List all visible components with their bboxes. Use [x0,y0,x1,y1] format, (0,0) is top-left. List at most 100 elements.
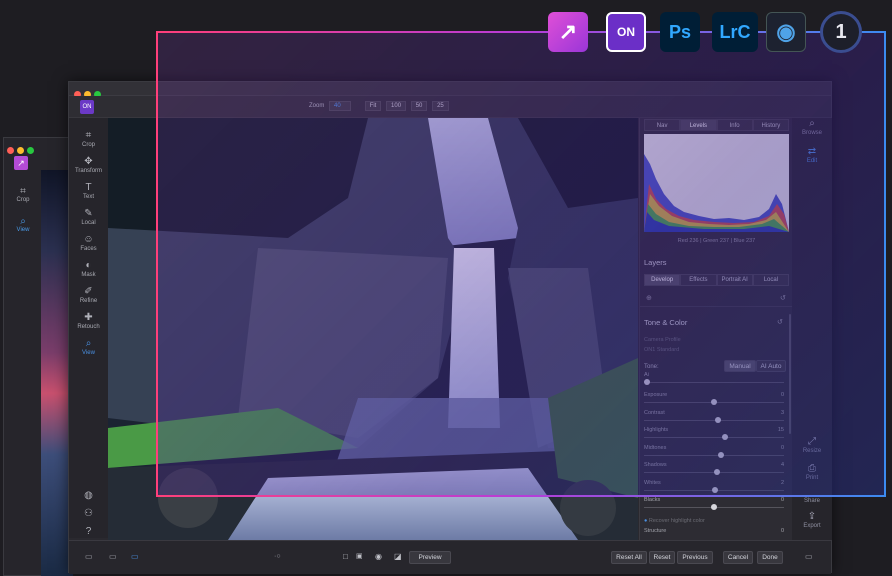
slider-label: Highlights [644,427,669,433]
cancel-button[interactable]: Cancel [723,551,753,564]
slider-midtones[interactable]: Midtones 0 [644,445,784,461]
slider-ai[interactable]: Ai [644,372,784,388]
tool-label: Text [82,194,94,200]
slider-whites[interactable]: Whites 2 [644,480,784,496]
reset-button[interactable]: Reset [649,551,675,564]
slider-knob[interactable] [713,469,720,475]
slider-shadows[interactable]: Shadows 4 [644,462,784,478]
bg-tool-view[interactable]: ⌕ View [4,216,42,233]
tool-retouch[interactable]: ✚ Retouch [69,312,108,330]
tool-text[interactable]: T Text [69,182,108,200]
edit-icon: ⇄ [807,146,817,157]
layer-subtabs: Develop Effects Portrait AI Local [644,274,789,286]
tab-effects[interactable]: Effects [680,274,717,286]
module-export[interactable]: ⇪ Export [792,511,832,529]
mask-toggle-icon[interactable]: □ [343,552,348,561]
bg-tool-label: View [16,227,30,233]
tab-nav[interactable]: Nav [644,119,681,131]
slider-knob[interactable] [715,416,722,423]
single-view-icon[interactable]: ▭ [131,552,139,561]
tool-local[interactable]: ✎ Local [69,208,108,226]
recover-highlight-label[interactable]: ● Recover highlight color [644,518,705,524]
refine-icon: ✐ [84,286,93,297]
slider-knob[interactable] [711,504,717,510]
tool-refine[interactable]: ✐ Refine [69,286,108,304]
tool-faces[interactable]: ☺ Faces [69,234,108,252]
fit-button[interactable]: Fit [364,101,382,111]
close-icon[interactable] [7,147,14,154]
slider-exposure[interactable]: Exposure 0 [644,392,784,408]
tab-local[interactable]: Local [752,274,789,286]
mini-slider[interactable]: ·○ [274,553,281,560]
tool-mask[interactable]: ◐ Mask [69,260,108,278]
zoom-select[interactable]: 40 [329,101,352,111]
reset-layer-icon[interactable]: ↺ [780,294,786,302]
tool-label: Local [81,220,96,226]
zoom-25-button[interactable]: 25 [432,101,449,111]
layer-add-icon[interactable]: ⊕ [646,294,652,302]
previous-button[interactable]: Previous [677,551,713,564]
extra-tool-2[interactable]: ⚇ [69,508,108,520]
tab-portrait-ai[interactable]: Portrait AI [716,274,753,286]
slider-knob[interactable] [717,451,724,458]
done-button[interactable]: Done [757,551,783,564]
circle-toggle-icon[interactable]: ◉ [375,552,382,561]
split-toggle-icon[interactable]: ◪ [394,552,402,561]
slider-contrast[interactable]: Contrast 3 [644,410,784,426]
slider-blacks[interactable]: Blacks 0 [644,497,784,513]
right-panel-toggle-icon[interactable]: ▭ [805,552,813,561]
module-label: Export [803,523,821,529]
slider-track [644,454,784,456]
extra-tool-1[interactable]: ◍ [69,490,108,502]
tool-label: Crop [81,142,95,148]
minimize-icon[interactable] [17,147,24,154]
overlay-toggle-icon[interactable]: ▣ [356,552,363,560]
module-share[interactable]: Share [792,498,832,504]
zoom-50-button[interactable]: 50 [410,101,428,111]
app-logo-icon: ↗ [14,156,28,170]
extra-tool-3[interactable]: ? [69,526,108,538]
tone-manual-button[interactable]: Manual [724,360,756,372]
slider-value: 0 [780,497,784,503]
tool-crop[interactable]: ⌗ Crop [69,130,108,148]
slider-knob[interactable] [712,486,719,493]
module-label: Resize [802,448,822,454]
slider-value: 4 [780,462,784,468]
tool-label: Refine [79,298,98,304]
layers-title: Layers [644,258,667,267]
histogram-graph [644,154,789,232]
panel-scrollbar[interactable] [789,314,791,434]
adjustment-panel: Nav Levels Info History Red 236 | Green … [639,118,793,540]
slider-knob[interactable] [644,379,650,385]
slider-knob[interactable] [721,434,728,440]
tool-transform[interactable]: ✥ Transform [69,156,108,174]
tool-label: Transform [74,168,103,174]
top-toolbar: ON Zoom 40 Fit 100 50 25 [69,96,831,118]
module-browse[interactable]: ⌕ Browse [792,118,832,136]
bg-tool-crop[interactable]: ⌗ Crop [4,186,42,203]
zoom-100-button[interactable]: 100 [386,101,407,111]
module-edit[interactable]: ⇄ Edit [792,146,832,164]
photo-canvas[interactable] [108,118,638,540]
reset-all-button[interactable]: Reset All [611,551,647,564]
waterfall-photo [108,118,638,540]
module-print[interactable]: ⎙ Print [792,463,832,481]
module-resize[interactable]: ⤢ Resize [792,436,832,454]
tab-levels[interactable]: Levels [680,119,717,131]
compare-icon[interactable]: ▭ [109,552,117,561]
slider-knob[interactable] [711,399,717,405]
preview-button[interactable]: Preview [409,551,451,564]
tab-info[interactable]: Info [716,119,753,131]
checkbox-icon[interactable]: ● [644,518,647,524]
reset-tone-icon[interactable]: ↺ [777,318,783,326]
tab-develop[interactable]: Develop [644,274,681,286]
zoom-icon[interactable] [27,147,34,154]
tone-ai-auto-button[interactable]: AI Auto [756,360,786,372]
tool-view[interactable]: ⌕ View [69,338,108,356]
panel-toggle-icon[interactable]: ▭ [85,552,93,561]
camera-profile-value[interactable]: ON1 Standard [644,347,679,353]
tab-history[interactable]: History [752,119,789,131]
slider-track [644,437,784,438]
slider-highlights[interactable]: Highlights 15 [644,427,784,443]
main-window: ON Zoom 40 Fit 100 50 25 ⌗ Crop ✥ Transfor… [68,81,832,574]
